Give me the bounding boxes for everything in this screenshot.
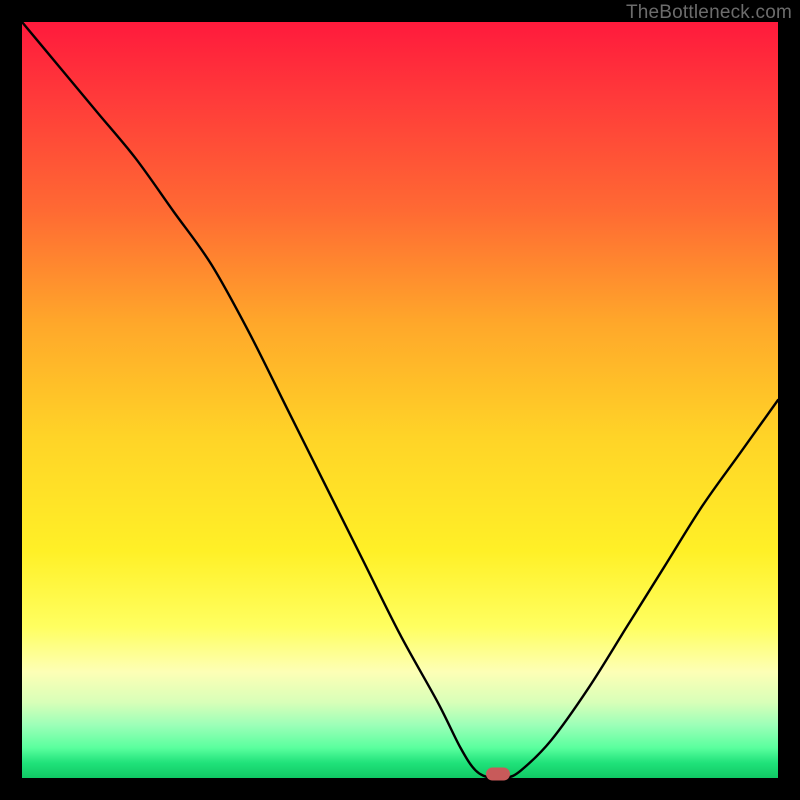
plot-area <box>22 22 778 778</box>
watermark-text: TheBottleneck.com <box>626 2 792 24</box>
chart-frame: TheBottleneck.com <box>0 0 800 800</box>
bottleneck-curve <box>22 22 778 778</box>
optimal-marker <box>486 768 510 781</box>
